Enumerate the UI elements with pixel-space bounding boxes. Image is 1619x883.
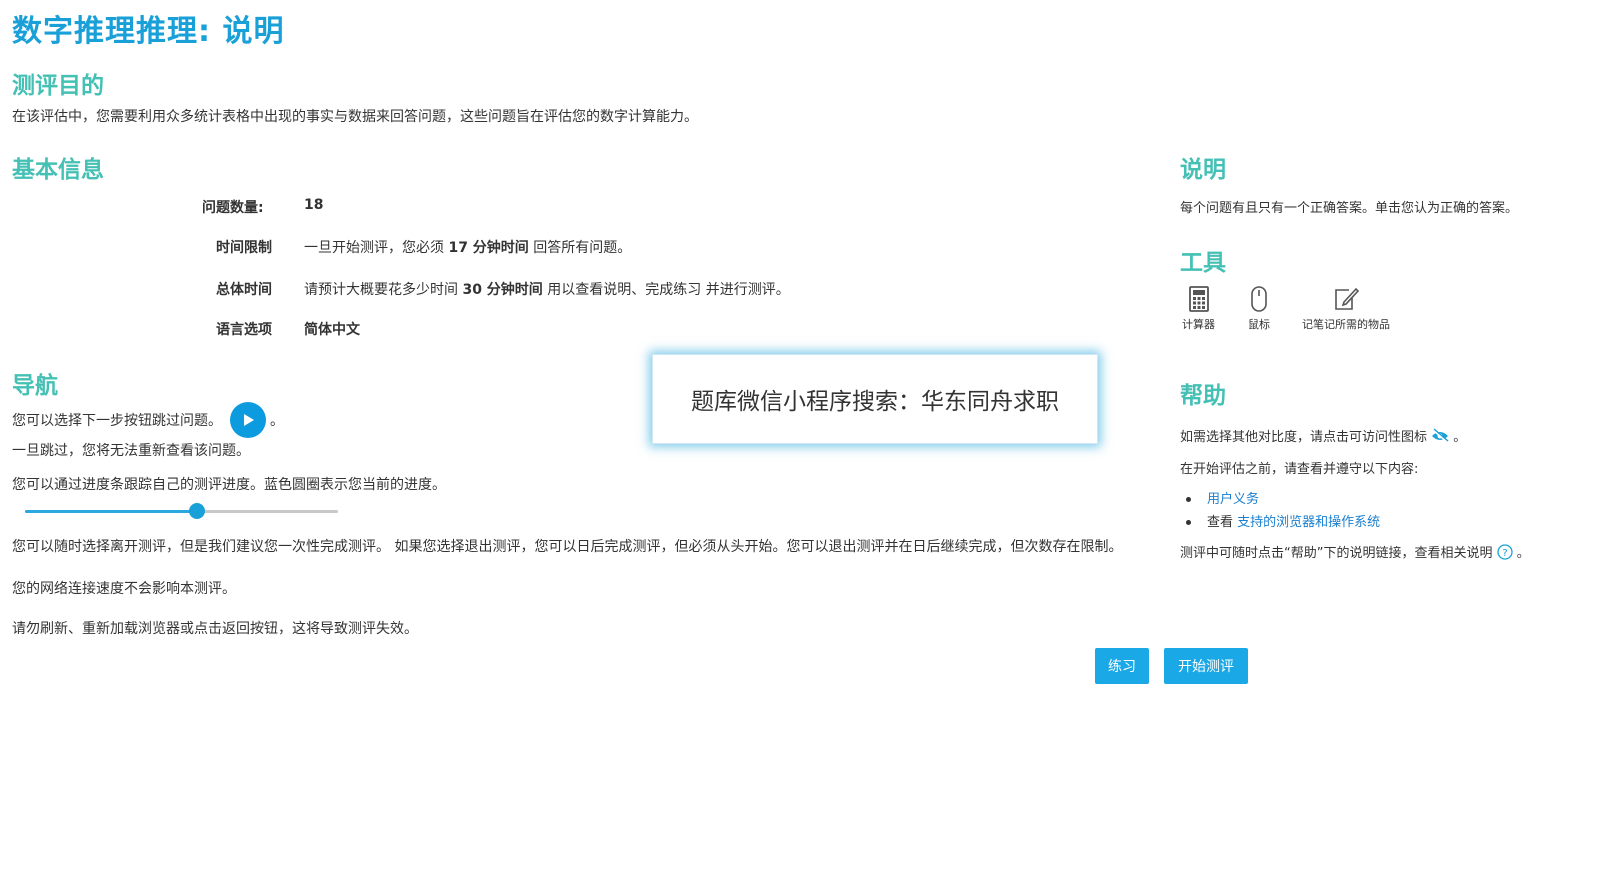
total-time-post: 用以查看说明、完成练习 并进行测评。 [542,282,790,298]
play-icon [244,414,254,426]
question-count-value: 18 [304,197,324,213]
before-text: 在开始评估之前，请查看并遵守以下内容: [1180,462,1419,477]
time-limit-post: 回答所有问题。 [528,240,632,256]
bullet [1186,497,1191,502]
contrast-text: 如需选择其他对比度，请点击可访问性图标 。 [1180,426,1466,445]
total-time-bold: 30 分钟时间 [462,282,543,298]
navigation-heading: 导航 [12,373,58,399]
instructions-heading: 说明 [1180,157,1226,183]
mouse-label: 鼠标 [1248,318,1270,331]
progress-text: 您可以通过进度条跟踪自己的测评进度。蓝色圆圈表示您当前的进度。 [12,477,446,493]
refresh-text: 请勿刷新、重新加载浏览器或点击返回按钮，这将导致测评失效。 [12,621,418,637]
help-question-icon[interactable]: ? [1496,544,1513,560]
tool-mouse: 鼠标 [1248,286,1270,332]
note-edit-icon [1335,287,1360,310]
supported-browsers-prefix: 查看 [1207,515,1238,530]
supported-browsers-link[interactable]: 支持的浏览器和操作系统 [1237,515,1380,530]
tool-notes: 记笔记所需的物品 [1302,286,1390,332]
time-limit-bold: 17 分钟时间 [448,240,529,256]
total-time-pre: 请预计大概要花多少时间 [304,282,463,298]
mouse-icon [1251,286,1267,312]
total-time-label: 总体时间 [216,282,272,298]
purpose-text: 在该评估中，您需要利用众多统计表格中出现的事实与数据来回答问题，这些问题旨在评估… [12,109,698,125]
promo-popup-text: 题库微信小程序搜索：华东同舟求职 [691,389,1059,415]
user-obligations-link[interactable]: 用户义务 [1207,492,1259,507]
tools-heading: 工具 [1180,250,1226,276]
help-suffix: 。 [1516,546,1530,561]
page-title: 数字推理推理: 说明 [12,14,285,49]
skip-suffix: 。 [270,413,284,429]
progress-indicator [189,503,206,519]
time-limit-label: 时间限制 [216,240,272,256]
time-limit-value: 一旦开始测评，您必须 17 分钟时间 回答所有问题。 [304,237,631,257]
help-heading: 帮助 [1180,383,1226,409]
practice-button[interactable]: 练习 [1095,648,1149,684]
basic-info-heading: 基本信息 [12,157,104,183]
question-count-label: 问题数量: [202,200,264,216]
calculator-label: 计算器 [1182,318,1215,331]
skip-text: 您可以选择下一步按钮跳过问题。 [12,413,222,429]
total-time-value: 请预计大概要花多少时间 30 分钟时间 用以查看说明、完成练习 并进行测评。 [304,279,790,299]
help-link-item-2: 查看 支持的浏览器和操作系统 [1186,511,1380,530]
help-link-item-1: 用户义务 [1186,488,1259,507]
language-label: 语言选项 [216,322,272,338]
contrast-suffix: 。 [1453,430,1467,445]
promo-popup: 题库微信小程序搜索：华东同舟求职 [652,354,1098,444]
time-limit-pre: 一旦开始测评，您必须 [304,240,449,256]
contrast-text-label: 如需选择其他对比度，请点击可访问性图标 [1180,430,1428,445]
progress-bar [25,503,338,519]
help-link-text: 测评中可随时点击“帮助”下的说明链接，查看相关说明 ? 。 [1180,542,1530,561]
tool-calculator: 计算器 [1182,286,1215,332]
no-review-text: 一旦跳过，您将无法重新查看该问题。 [12,443,250,459]
accessibility-icon[interactable] [1431,428,1449,444]
instructions-text: 每个问题有且只有一个正确答案。单击您认为正确的答案。 [1180,201,1519,216]
bullet [1186,520,1191,525]
network-text: 您的网络连接速度不会影响本测评。 [12,581,236,597]
language-value: 简体中文 [304,322,360,338]
notes-label: 记笔记所需的物品 [1302,318,1390,331]
calculator-icon [1188,286,1209,312]
progress-bar-fill [25,510,198,513]
svg-text:?: ? [1502,548,1507,559]
start-assessment-button[interactable]: 开始测评 [1164,648,1248,684]
purpose-heading: 测评目的 [12,73,104,99]
leave-text: 您可以随时选择离开测评，但是我们建议您一次性完成测评。 如果您选择退出测评，您可… [12,539,1123,555]
next-button[interactable] [230,402,266,438]
help-link-text-label: 测评中可随时点击“帮助”下的说明链接，查看相关说明 [1180,546,1493,561]
